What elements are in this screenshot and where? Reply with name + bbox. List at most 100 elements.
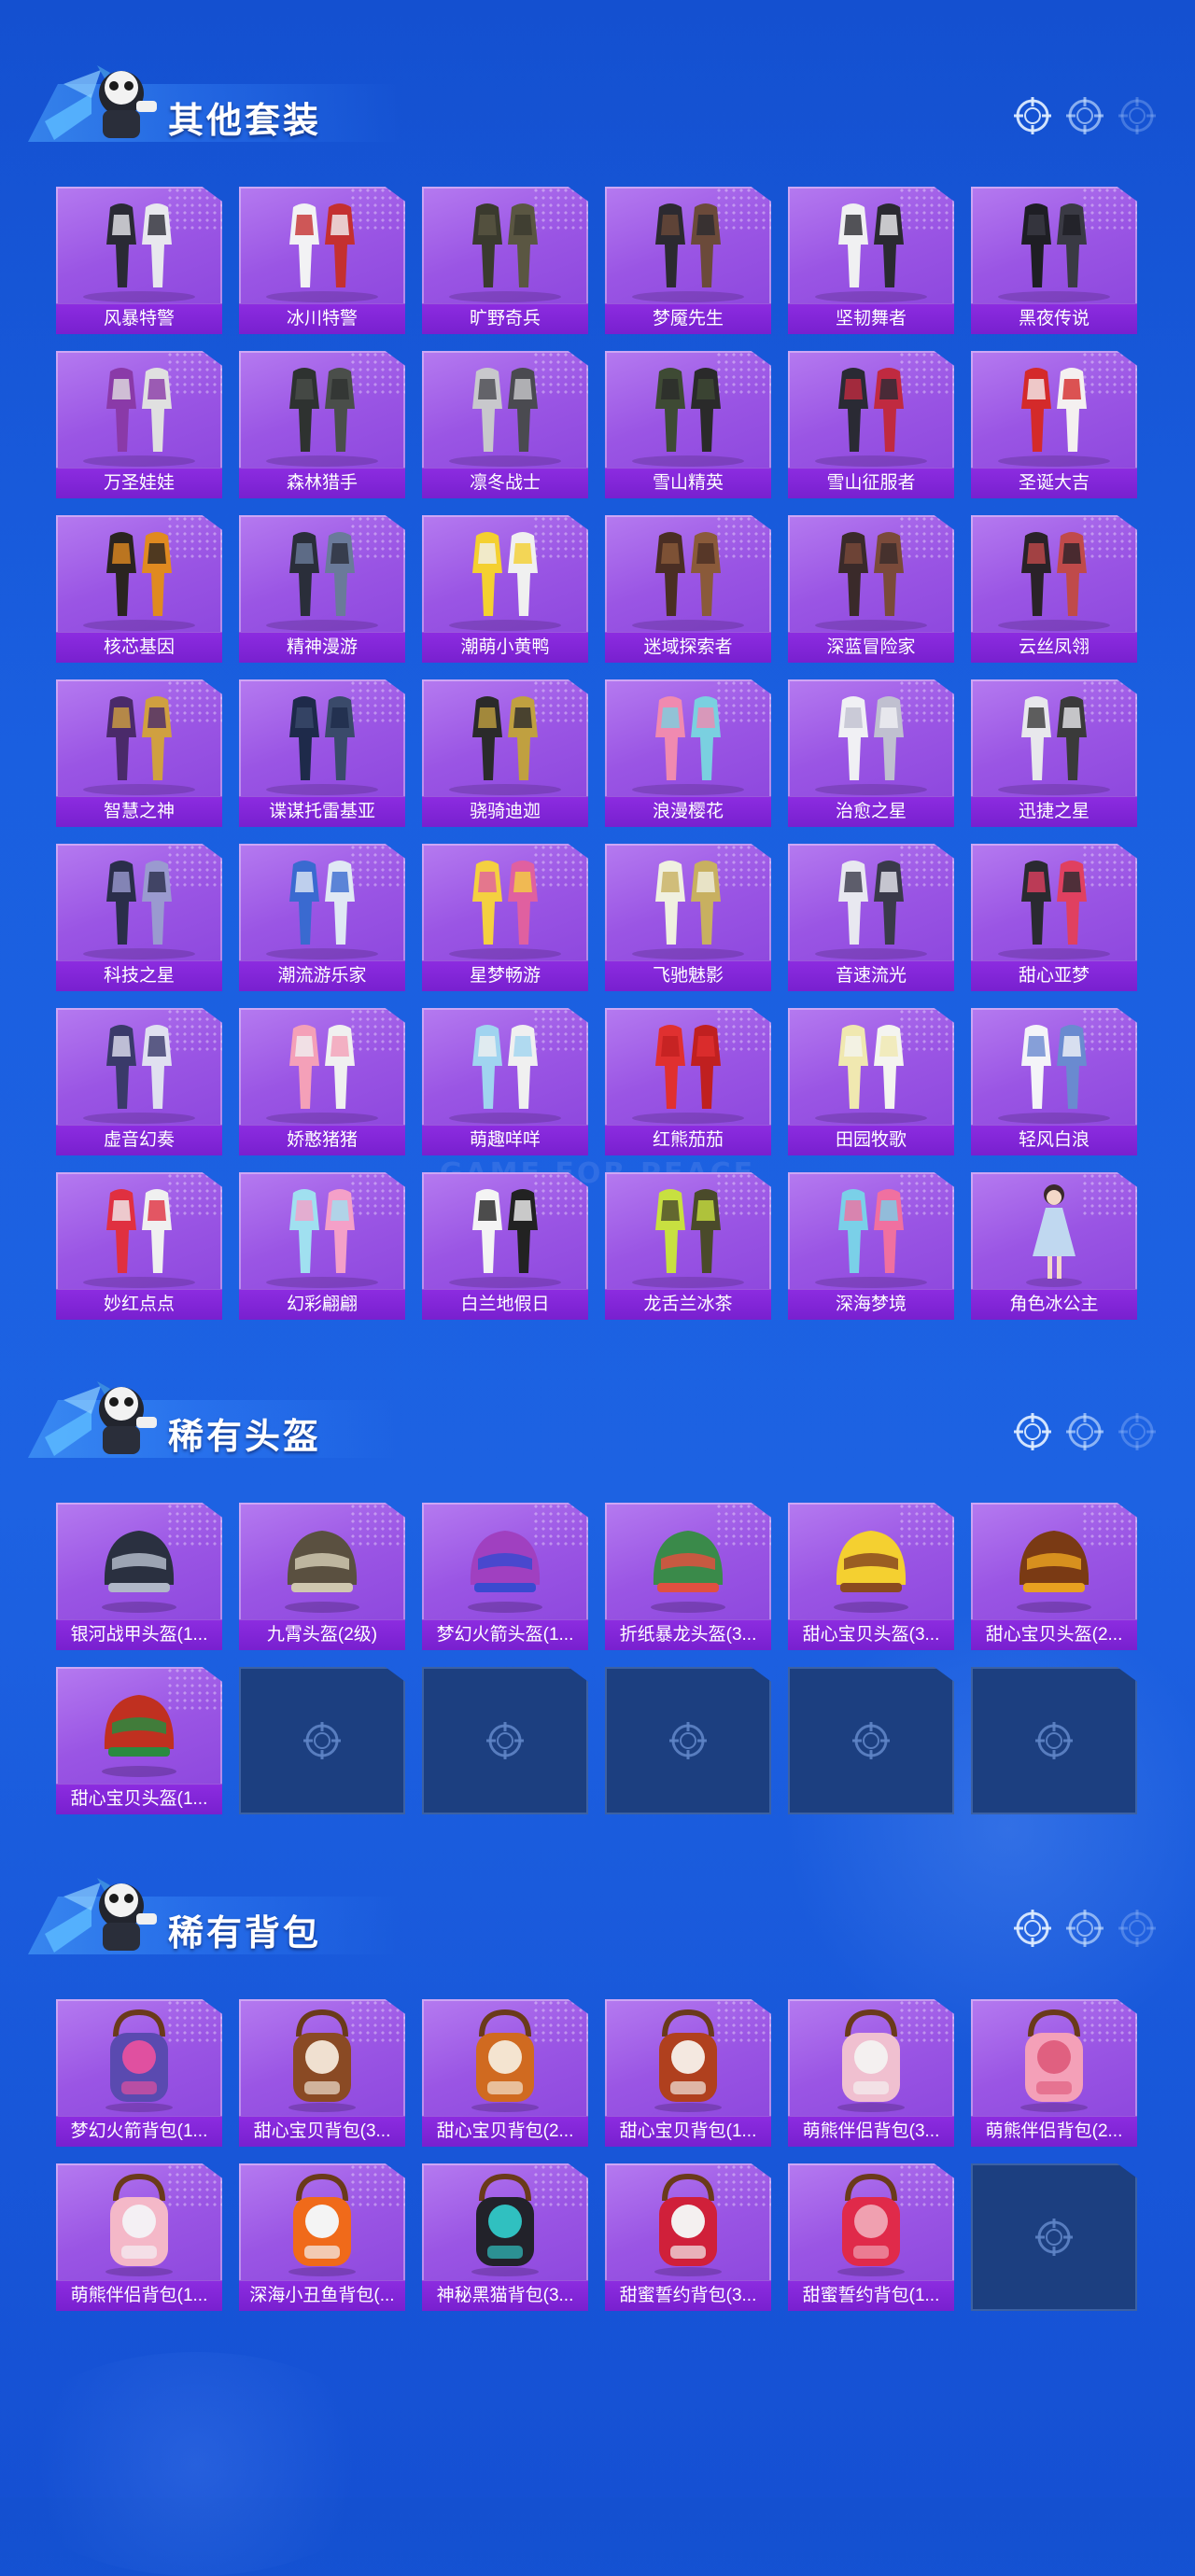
item-card[interactable]: 萌熊伴侣背包(3... xyxy=(788,1999,954,2147)
item-card[interactable]: 深海梦境 xyxy=(788,1172,954,1320)
item-image xyxy=(815,696,927,795)
item-card[interactable]: 梦幻火箭头盔(1... xyxy=(422,1503,588,1650)
item-card[interactable]: 飞驰魅影 xyxy=(605,844,771,991)
item-card[interactable]: 音速流光 xyxy=(788,844,954,991)
item-card[interactable]: 甜心宝贝头盔(2... xyxy=(971,1503,1137,1650)
item-card[interactable]: 梦魇先生 xyxy=(605,187,771,334)
item-card[interactable]: 娇憨猪猪 xyxy=(239,1008,405,1155)
item-card[interactable]: 萌熊伴侣背包(2... xyxy=(971,1999,1137,2147)
item-card[interactable]: 妙红点点 xyxy=(56,1172,222,1320)
item-card[interactable]: 谍谋托雷基亚 xyxy=(239,679,405,827)
item-card[interactable]: 田园牧歌 xyxy=(788,1008,954,1155)
item-image xyxy=(285,1531,359,1613)
item-label: 谍谋托雷基亚 xyxy=(239,796,405,827)
crosshair-icon xyxy=(1066,1910,1104,1947)
item-card[interactable]: 迅捷之星 xyxy=(971,679,1137,827)
item-image xyxy=(102,1531,176,1613)
item-label: 星梦畅游 xyxy=(422,960,588,991)
item-label: 冰川特警 xyxy=(239,303,405,334)
item-card[interactable]: 角色冰公主 xyxy=(971,1172,1137,1320)
item-card[interactable]: 潮流游乐家 xyxy=(239,844,405,991)
item-card[interactable]: 精神漫游 xyxy=(239,515,405,663)
item-grid: 风暴特警 冰川特警 旷野奇兵 梦魇先生 坚韧舞者 黑夜传说万圣娃娃 森林猎手 凛冬战士 雪山精英… xyxy=(56,187,1137,1320)
item-label: 黑夜传说 xyxy=(971,303,1137,334)
item-label: 音速流光 xyxy=(788,960,954,991)
item-label: 甜心亚梦 xyxy=(971,960,1137,991)
crosshair-icon xyxy=(1014,1413,1051,1450)
item-image xyxy=(449,368,561,467)
item-card[interactable]: 甜心宝贝背包(3... xyxy=(239,1999,405,2147)
item-card[interactable]: 虚音幻奏 xyxy=(56,1008,222,1155)
item-card[interactable]: 甜心宝贝背包(1... xyxy=(605,1999,771,2147)
item-label: 科技之星 xyxy=(56,960,222,991)
item-card[interactable]: 轻风白浪 xyxy=(971,1008,1137,1155)
item-card[interactable]: 星梦畅游 xyxy=(422,844,588,991)
item-card[interactable]: 折纸暴龙头盔(3... xyxy=(605,1503,771,1650)
item-card[interactable]: 龙舌兰冰茶 xyxy=(605,1172,771,1320)
item-card[interactable]: 圣诞大吉 xyxy=(971,351,1137,498)
item-card[interactable]: 银河战甲头盔(1... xyxy=(56,1503,222,1650)
item-card[interactable]: 风暴特警 xyxy=(56,187,222,334)
item-image xyxy=(815,1189,927,1288)
empty-slot xyxy=(239,1667,405,1814)
item-label: 甜心宝贝背包(2... xyxy=(422,2116,588,2147)
item-card[interactable]: 梦幻火箭背包(1... xyxy=(56,1999,222,2147)
item-card[interactable]: 坚韧舞者 xyxy=(788,187,954,334)
item-image xyxy=(815,861,927,959)
item-card[interactable]: 云丝凤翎 xyxy=(971,515,1137,663)
item-card[interactable]: 智慧之神 xyxy=(56,679,222,827)
item-image xyxy=(1017,1531,1091,1613)
item-card[interactable]: 甜心亚梦 xyxy=(971,844,1137,991)
item-label: 甜心宝贝背包(3... xyxy=(239,2116,405,2147)
item-image xyxy=(449,203,561,302)
item-card[interactable]: 红熊茄茄 xyxy=(605,1008,771,1155)
item-card[interactable]: 幻彩翩翩 xyxy=(239,1172,405,1320)
item-card[interactable]: 白兰地假日 xyxy=(422,1172,588,1320)
item-card[interactable]: 浪漫樱花 xyxy=(605,679,771,827)
item-image xyxy=(654,2173,722,2276)
item-card[interactable]: 神秘黑猫背包(3... xyxy=(422,2163,588,2311)
crosshair-icon xyxy=(1118,1910,1156,1947)
item-card[interactable]: 甜心宝贝头盔(1... xyxy=(56,1667,222,1814)
item-image xyxy=(815,203,927,302)
item-card[interactable]: 核芯基因 xyxy=(56,515,222,663)
item-card[interactable]: 治愈之星 xyxy=(788,679,954,827)
item-card[interactable]: 九霄头盔(2级) xyxy=(239,1503,405,1650)
item-card[interactable]: 骁骑迪迦 xyxy=(422,679,588,827)
item-card[interactable]: 凛冬战士 xyxy=(422,351,588,498)
item-card[interactable]: 雪山征服者 xyxy=(788,351,954,498)
empty-slot xyxy=(605,1667,771,1814)
item-card[interactable]: 科技之星 xyxy=(56,844,222,991)
crosshair-icon xyxy=(1066,1413,1104,1450)
header-icons xyxy=(1012,95,1158,136)
item-label: 万圣娃娃 xyxy=(56,468,222,498)
item-card[interactable]: 旷野奇兵 xyxy=(422,187,588,334)
item-card[interactable]: 甜心宝贝头盔(3... xyxy=(788,1503,954,1650)
item-image xyxy=(1020,2009,1088,2112)
item-card[interactable]: 潮萌小黄鸭 xyxy=(422,515,588,663)
item-card[interactable]: 万圣娃娃 xyxy=(56,351,222,498)
item-card[interactable]: 甜蜜誓约背包(3... xyxy=(605,2163,771,2311)
item-card[interactable]: 迷域探索者 xyxy=(605,515,771,663)
item-label: 潮萌小黄鸭 xyxy=(422,632,588,663)
item-card[interactable]: 深海小丑鱼背包(... xyxy=(239,2163,405,2311)
item-card[interactable]: 冰川特警 xyxy=(239,187,405,334)
item-label: 深蓝冒险家 xyxy=(788,632,954,663)
item-card[interactable]: 森林猎手 xyxy=(239,351,405,498)
item-label: 森林猎手 xyxy=(239,468,405,498)
item-card[interactable]: 甜心宝贝背包(2... xyxy=(422,1999,588,2147)
item-card[interactable]: 萌熊伴侣背包(1... xyxy=(56,2163,222,2311)
item-label: 甜心宝贝头盔(1... xyxy=(56,1784,222,1814)
item-card[interactable]: 萌趣咩咩 xyxy=(422,1008,588,1155)
section-title: 稀有背包 xyxy=(168,1912,322,1953)
item-label: 云丝凤翎 xyxy=(971,632,1137,663)
item-label: 轻风白浪 xyxy=(971,1125,1137,1155)
item-card[interactable]: 甜蜜誓约背包(1... xyxy=(788,2163,954,2311)
item-card[interactable]: 深蓝冒险家 xyxy=(788,515,954,663)
item-card[interactable]: 黑夜传说 xyxy=(971,187,1137,334)
item-image xyxy=(815,368,927,467)
item-image xyxy=(632,368,744,467)
item-label: 甜心宝贝头盔(2... xyxy=(971,1619,1137,1650)
item-card[interactable]: 雪山精英 xyxy=(605,351,771,498)
background-glow xyxy=(0,2352,392,2576)
